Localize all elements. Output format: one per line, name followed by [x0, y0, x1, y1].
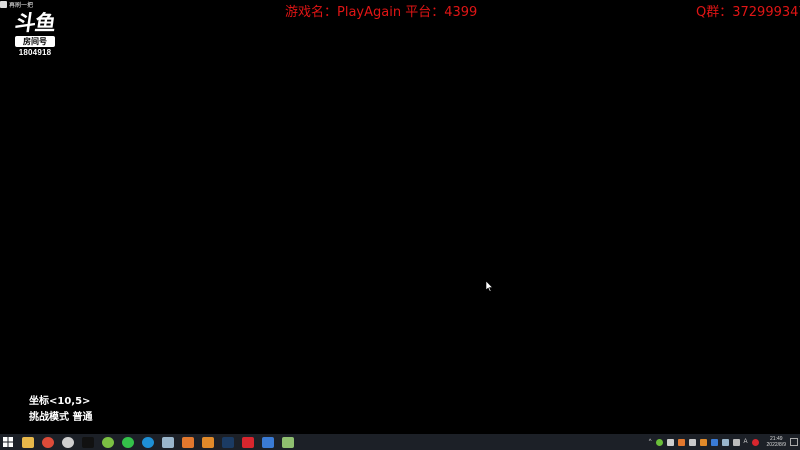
tray-app-2-icon[interactable]	[688, 438, 696, 446]
window-caption: 再刷一把	[0, 0, 33, 9]
app-window-icon	[0, 1, 7, 8]
douyu-room-id: 1804918	[18, 48, 52, 57]
notification-icon[interactable]	[790, 438, 798, 446]
wechat-icon[interactable]	[122, 436, 134, 448]
stream-game-info: 游戏名：PlayAgain 平台：4399	[285, 5, 478, 20]
file-explorer-icon[interactable]	[22, 436, 34, 448]
window-title: 再刷一把	[9, 3, 34, 9]
mouse-cursor-icon	[486, 281, 494, 292]
stream-qq-group: Q群：372999347	[696, 5, 800, 20]
taskbar-apps	[22, 436, 294, 448]
tray-orange-2-icon[interactable]	[699, 438, 707, 446]
app-icon[interactable]	[162, 436, 174, 448]
chrome-icon[interactable]	[42, 436, 54, 448]
hud-game-mode: 挑战模式 普通	[29, 412, 93, 423]
hud-coordinate: 坐标<10,5>	[29, 396, 91, 407]
qq-icon[interactable]	[82, 436, 94, 448]
blue-app-icon[interactable]	[262, 436, 274, 448]
taskbar-clock[interactable]: 21:49 2022/8/9	[767, 436, 786, 448]
tray-network-icon[interactable]	[721, 438, 729, 446]
windows-logo-icon	[3, 437, 13, 447]
tray-red-icon[interactable]	[751, 438, 759, 446]
orange-app-icon[interactable]	[182, 436, 194, 448]
clock-date: 2022/8/9	[766, 442, 786, 448]
system-tray: ^ A 21:49 2022/8/9	[649, 434, 786, 450]
tray-language[interactable]: A	[744, 439, 748, 445]
wps-icon[interactable]	[242, 436, 254, 448]
browser-icon[interactable]	[62, 436, 74, 448]
tray-green-icon[interactable]	[655, 438, 663, 446]
douyu-room-label: 房间号	[15, 36, 55, 47]
edge-icon[interactable]	[142, 436, 154, 448]
tray-app-icon[interactable]	[666, 438, 674, 446]
tray-blue-icon[interactable]	[710, 438, 718, 446]
steam-icon[interactable]	[222, 436, 234, 448]
douyu-logo: 斗鱼 房间号 1804918	[12, 11, 58, 57]
tray-chevron-icon[interactable]: ^	[649, 439, 652, 445]
tray-speaker-icon[interactable]	[732, 438, 740, 446]
taskbar: ^ A 21:49 2022/8/9	[0, 434, 800, 450]
orange-app-2-icon[interactable]	[202, 436, 214, 448]
douyu-logo-mark: 斗鱼	[13, 11, 57, 35]
game-app-icon[interactable]	[282, 436, 294, 448]
start-button[interactable]	[0, 434, 16, 450]
tray-orange-icon[interactable]	[677, 438, 685, 446]
green-app-icon[interactable]	[102, 436, 114, 448]
